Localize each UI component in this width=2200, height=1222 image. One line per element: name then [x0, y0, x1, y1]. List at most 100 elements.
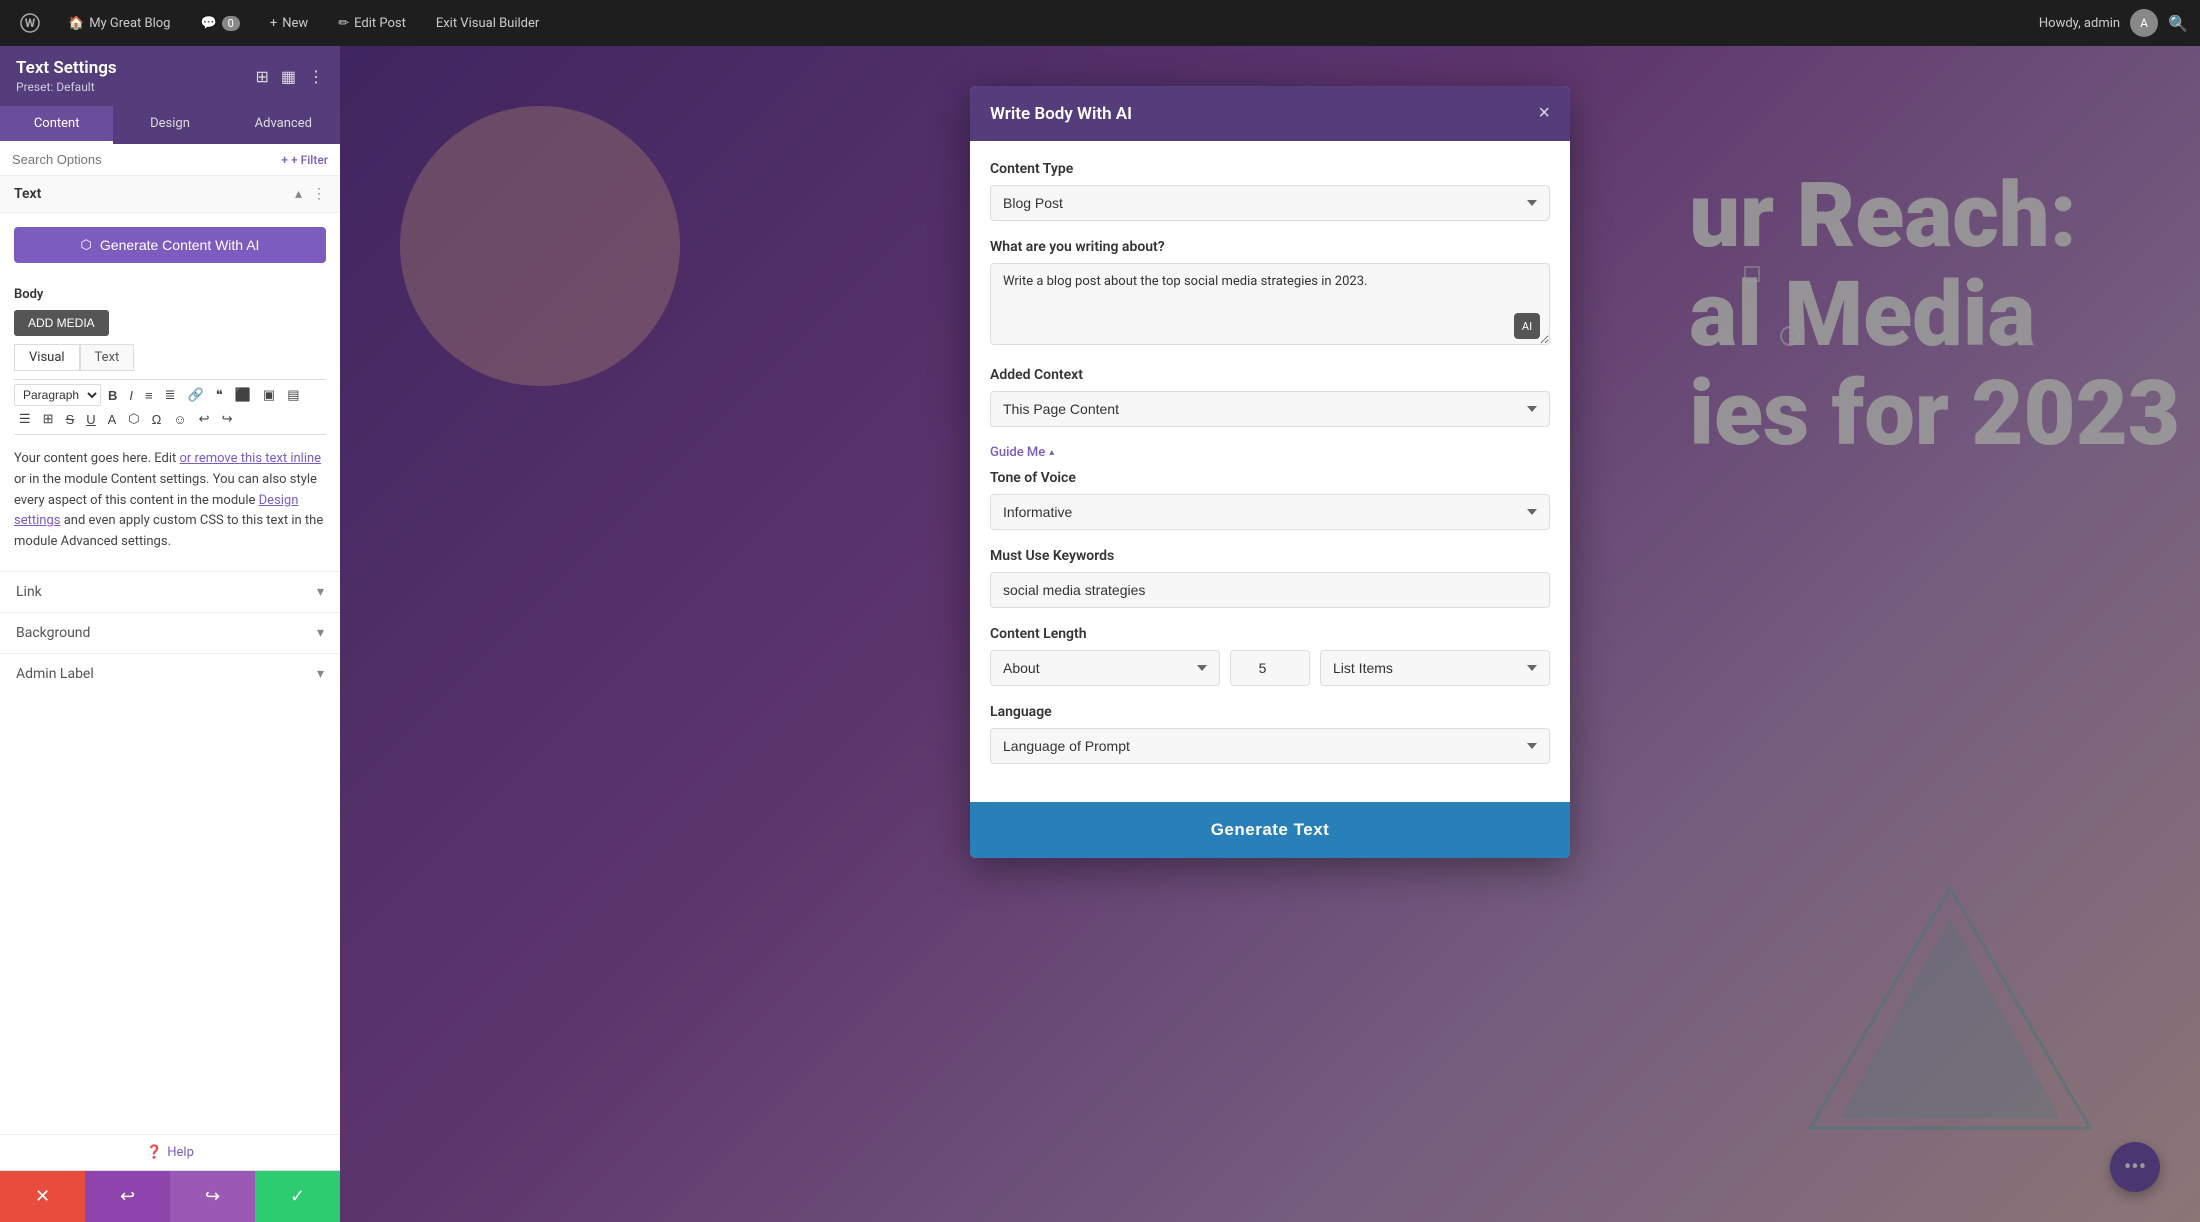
align-left-button[interactable]: ⬛	[230, 384, 256, 406]
editor-link1[interactable]: or remove this text inline	[179, 451, 321, 466]
sidebar-tabs: Content Design Advanced	[0, 106, 340, 144]
filter-button[interactable]: + + Filter	[281, 153, 328, 167]
ai-textarea-icon[interactable]: AI	[1514, 313, 1540, 339]
keywords-group: Must Use Keywords	[990, 548, 1550, 608]
text-section-header[interactable]: Text ▴ ⋮	[0, 176, 340, 213]
align-right-button[interactable]: ▤	[282, 384, 304, 406]
blockquote-button[interactable]: ❝	[211, 384, 228, 406]
admin-label-text: Admin Label	[16, 666, 94, 682]
tab-design[interactable]: Design	[113, 106, 226, 144]
help-link[interactable]: ❓ Help	[146, 1145, 194, 1160]
editor-toolbar: Paragraph B I ≡ ≣ 🔗 ❝ ⬛ ▣ ▤ ☰ ⊞ S U A ⬡ …	[14, 379, 326, 435]
writing-about-textarea[interactable]	[990, 263, 1550, 345]
tab-text[interactable]: Text	[80, 344, 135, 371]
background-section[interactable]: Background ▾	[0, 612, 340, 653]
more-options-icon[interactable]: ⋮	[312, 186, 326, 202]
content-length-select[interactable]: About Exactly At least At most	[990, 650, 1220, 686]
redo-button[interactable]: ↪	[217, 408, 238, 430]
underline-button[interactable]: U	[81, 409, 100, 430]
emoji-button[interactable]: ☺	[168, 409, 191, 430]
guide-me-link[interactable]: Guide Me ▴	[990, 445, 1054, 460]
chevron-up-icon[interactable]: ▴	[295, 186, 302, 202]
search-input[interactable]	[12, 152, 275, 167]
align-justify-button[interactable]: ☰	[14, 408, 36, 430]
search-options-bar: + + Filter	[0, 144, 340, 176]
paragraph-select[interactable]: Paragraph	[14, 384, 101, 406]
tab-visual[interactable]: Visual	[14, 344, 80, 371]
keywords-input[interactable]	[990, 572, 1550, 608]
guide-me-arrow-icon: ▴	[1049, 447, 1054, 458]
ordered-list-button[interactable]: ≣	[160, 384, 181, 406]
filter-plus-icon: +	[281, 153, 288, 167]
redo-button-bottom[interactable]: ↪	[170, 1171, 255, 1222]
body-section: Body ADD MEDIA Visual Text Paragraph B I…	[0, 277, 340, 571]
link-section[interactable]: Link ▾	[0, 571, 340, 612]
align-center-button[interactable]: ▣	[258, 384, 280, 406]
search-icon[interactable]: 🔍	[2168, 14, 2188, 33]
more-icon[interactable]: ⋮	[308, 67, 324, 86]
sidebar-header: Text Settings Preset: Default ⊞ ▦ ⋮	[0, 46, 340, 106]
svg-text:W: W	[25, 16, 36, 30]
add-media-button[interactable]: ADD MEDIA	[14, 310, 109, 336]
indent-button[interactable]: ⬡	[123, 408, 144, 430]
edit-post-bar[interactable]: ✏ Edit Post	[328, 12, 416, 35]
content-type-label: Content Type	[990, 161, 1550, 177]
tab-content[interactable]: Content	[0, 106, 113, 144]
wp-admin-bar: W 🏠 My Great Blog 💬 0 + New ✏ Edit Post …	[0, 0, 2200, 46]
main-layout: Text Settings Preset: Default ⊞ ▦ ⋮ Cont…	[0, 46, 2200, 1222]
editor-tabs: Visual Text	[14, 344, 326, 371]
added-context-group: Added Context This Page Content None Cus…	[990, 367, 1550, 427]
unordered-list-button[interactable]: ≡	[140, 385, 158, 406]
writing-about-label: What are you writing about?	[990, 239, 1550, 255]
language-select[interactable]: Language of Prompt English Spanish Frenc…	[990, 728, 1550, 764]
exit-builder-bar[interactable]: Exit Visual Builder	[426, 12, 549, 35]
undo-button[interactable]: ↩	[194, 408, 215, 430]
generate-text-button[interactable]: Generate Text	[970, 802, 1570, 858]
content-length-unit-select[interactable]: List Items Paragraphs Sentences Words	[1320, 650, 1550, 686]
admin-bar-right: Howdy, admin A 🔍	[2039, 9, 2188, 37]
content-type-select[interactable]: Blog Post Article Social Media Post Emai…	[990, 185, 1550, 221]
site-icon: 🏠	[68, 16, 84, 31]
keywords-label: Must Use Keywords	[990, 548, 1550, 564]
link-chevron-down-icon: ▾	[317, 584, 324, 600]
undo-button-bottom[interactable]: ↩	[85, 1171, 170, 1222]
generate-footer-wrapper: Generate Text	[970, 802, 1570, 858]
editor-content[interactable]: Your content goes here. Edit or remove t…	[14, 441, 326, 561]
wp-logo-icon[interactable]: W	[12, 5, 48, 41]
tone-select[interactable]: Informative Casual Formal Persuasive Hum…	[990, 494, 1550, 530]
confirm-button[interactable]: ✓	[255, 1171, 340, 1222]
generate-ai-button[interactable]: ⬡ Generate Content With AI	[14, 227, 326, 263]
comment-icon: 💬	[200, 16, 216, 31]
admin-label-section[interactable]: Admin Label ▾	[0, 653, 340, 694]
cancel-button[interactable]: ✕	[0, 1171, 85, 1222]
section-title-text: Text	[14, 186, 41, 202]
modal-close-button[interactable]: ×	[1538, 102, 1550, 125]
content-length-group: Content Length About Exactly At least At…	[990, 626, 1550, 686]
font-color-button[interactable]: A	[103, 409, 122, 430]
grid-icon[interactable]: ⊞	[255, 67, 268, 86]
comments-bar[interactable]: 💬 0	[190, 12, 249, 35]
sidebar-title-area: Text Settings Preset: Default	[16, 58, 117, 94]
added-context-select[interactable]: This Page Content None Custom	[990, 391, 1550, 427]
link-label: Link	[16, 584, 42, 600]
tab-advanced[interactable]: Advanced	[227, 106, 340, 144]
added-context-label: Added Context	[990, 367, 1550, 383]
link-button[interactable]: 🔗	[183, 384, 209, 406]
special-char-button[interactable]: Ω	[147, 409, 167, 430]
strikethrough-button[interactable]: S	[61, 409, 80, 430]
bold-button[interactable]: B	[103, 385, 122, 406]
textarea-wrapper: AI	[990, 263, 1550, 349]
bottom-actions: ✕ ↩ ↪ ✓	[0, 1170, 340, 1222]
sidebar-title: Text Settings	[16, 58, 117, 78]
content-length-number-input[interactable]	[1230, 650, 1310, 686]
content-type-group: Content Type Blog Post Article Social Me…	[990, 161, 1550, 221]
help-circle-icon: ❓	[146, 1145, 162, 1160]
columns-icon[interactable]: ▦	[281, 67, 296, 86]
new-button-bar[interactable]: + New	[260, 12, 318, 35]
italic-button[interactable]: I	[124, 385, 138, 406]
modal-overlay: Write Body With AI × Content Type Blog P…	[340, 46, 2200, 1222]
site-name-bar[interactable]: 🏠 My Great Blog	[58, 12, 180, 35]
tone-group: Tone of Voice Informative Casual Formal …	[990, 470, 1550, 530]
language-group: Language Language of Prompt English Span…	[990, 704, 1550, 764]
table-button[interactable]: ⊞	[38, 408, 59, 430]
